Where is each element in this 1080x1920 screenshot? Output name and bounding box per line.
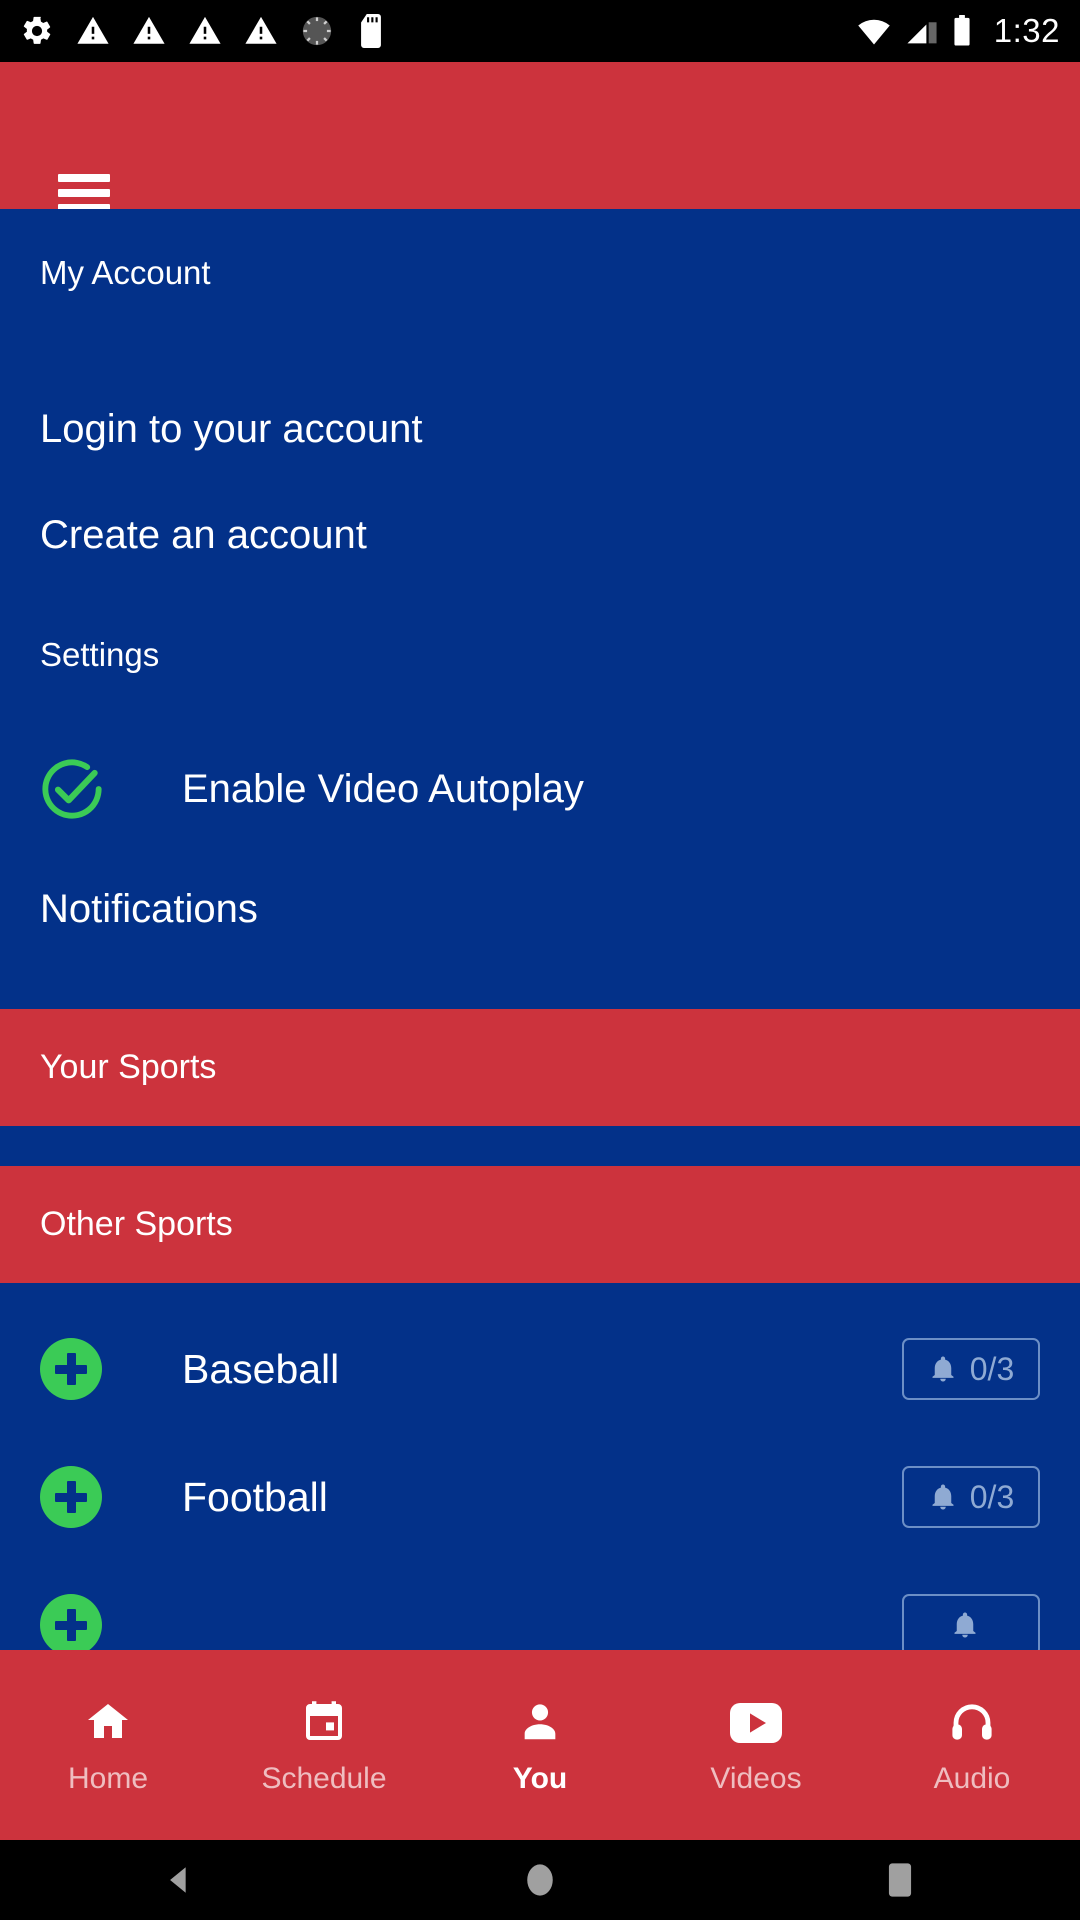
- nav-label: You: [512, 1762, 568, 1795]
- android-navigation-bar: [0, 1840, 1080, 1920]
- nav-item-videos[interactable]: Videos: [648, 1694, 864, 1796]
- warning-icon: [245, 16, 277, 44]
- menu-item-notifications[interactable]: Notifications: [0, 867, 1080, 951]
- status-bar-clock: 1:32: [993, 12, 1060, 49]
- navigation-drawer: My Account Login to your account Create …: [0, 209, 1080, 1650]
- sport-name: Football: [182, 1473, 328, 1520]
- sport-row-partial[interactable]: [0, 1561, 1080, 1650]
- plus-circle-icon[interactable]: [40, 1594, 102, 1650]
- notification-badge[interactable]: 0/3: [902, 1338, 1040, 1400]
- recents-square-icon[interactable]: [720, 1862, 1080, 1898]
- sport-row-football[interactable]: Football 0/3: [0, 1433, 1080, 1561]
- menu-item-login[interactable]: Login to your account: [0, 387, 1080, 471]
- menu-item-enable-video-autoplay[interactable]: Enable Video Autoplay: [0, 733, 1080, 845]
- sport-name: Baseball: [182, 1345, 340, 1392]
- person-icon: [517, 1694, 563, 1746]
- battery-icon: [954, 15, 970, 46]
- hamburger-menu-icon[interactable]: [58, 174, 110, 212]
- nav-item-schedule[interactable]: Schedule: [216, 1694, 432, 1796]
- hamburger-bar: [58, 189, 110, 197]
- bell-icon: [932, 1356, 954, 1382]
- bottom-navigation-bar: Home Schedule You Videos Audio: [0, 1650, 1080, 1840]
- menu-item-create-account[interactable]: Create an account: [0, 493, 1080, 577]
- phone-screen: 1:32 My Account Login to your account Cr…: [0, 0, 1080, 1920]
- section-divider: [0, 1126, 1080, 1166]
- other-sports-header[interactable]: Other Sports: [0, 1166, 1080, 1283]
- bell-icon: [932, 1484, 954, 1510]
- gear-icon: [23, 16, 51, 44]
- plus-circle-icon[interactable]: [40, 1338, 102, 1400]
- warning-icon: [77, 16, 109, 44]
- nav-item-home[interactable]: Home: [0, 1694, 216, 1796]
- autoplay-label: Enable Video Autoplay: [182, 766, 584, 811]
- video-play-icon: [728, 1694, 784, 1746]
- nav-label: Audio: [933, 1762, 1011, 1795]
- nav-label: Videos: [710, 1762, 802, 1795]
- back-triangle-icon[interactable]: [0, 1863, 360, 1897]
- settings-header: Settings: [40, 636, 160, 673]
- status-bar-left-icons: [20, 14, 856, 48]
- notification-count: 0/3: [969, 1478, 1015, 1515]
- warning-icon: [189, 16, 221, 44]
- nav-label: Home: [67, 1762, 149, 1795]
- app-bar: [0, 62, 1080, 212]
- notification-count: 0/3: [969, 1350, 1015, 1387]
- my-account-header: My Account: [40, 254, 211, 291]
- status-bar: 1:32: [0, 0, 1080, 62]
- loading-spinner-icon: [302, 16, 332, 46]
- check-circle-icon[interactable]: [40, 757, 104, 821]
- wifi-icon: [858, 19, 890, 45]
- nav-label: Schedule: [261, 1762, 387, 1795]
- calendar-icon: [300, 1694, 348, 1746]
- nav-item-you[interactable]: You: [432, 1694, 648, 1796]
- hamburger-bar: [58, 174, 110, 182]
- headphones-icon: [946, 1694, 998, 1746]
- sport-row-baseball[interactable]: Baseball 0/3: [0, 1305, 1080, 1433]
- cellular-signal-icon: [907, 22, 937, 44]
- your-sports-header[interactable]: Your Sports: [0, 1009, 1080, 1126]
- sd-card-icon: [361, 14, 381, 48]
- plus-circle-icon[interactable]: [40, 1466, 102, 1528]
- status-bar-right-icons: 1:32: [856, 12, 1060, 50]
- warning-icon: [133, 16, 165, 44]
- notification-badge[interactable]: [902, 1594, 1040, 1650]
- notification-badge[interactable]: 0/3: [902, 1466, 1040, 1528]
- home-circle-icon[interactable]: [360, 1861, 720, 1899]
- bell-icon: [954, 1612, 976, 1638]
- nav-item-audio[interactable]: Audio: [864, 1694, 1080, 1796]
- home-icon: [82, 1694, 134, 1746]
